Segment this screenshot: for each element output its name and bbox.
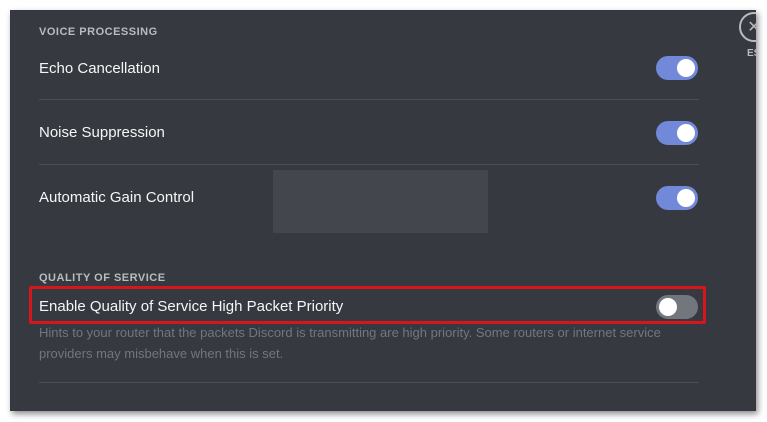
noise-suppression-label: Noise Suppression: [39, 124, 165, 141]
divider: [39, 164, 699, 165]
divider: [39, 382, 699, 383]
close-icon: ✕: [739, 12, 756, 42]
automatic-gain-control-toggle[interactable]: [656, 186, 698, 210]
highlight-box: [29, 286, 706, 324]
noise-suppression-toggle[interactable]: [656, 121, 698, 145]
echo-cancellation-label: Echo Cancellation: [39, 60, 160, 77]
settings-panel: VOICE PROCESSING Echo Cancellation Noise…: [10, 10, 756, 411]
close-button[interactable]: ✕ ES: [739, 10, 756, 70]
qos-description: Hints to your router that the packets Di…: [39, 325, 661, 361]
section-title-quality-of-service: QUALITY OF SERVICE: [39, 272, 166, 284]
esc-label: ES: [747, 48, 756, 59]
divider: [39, 99, 699, 100]
toggle-knob: [677, 189, 695, 207]
watermark-logo: [273, 170, 488, 233]
toggle-knob: [677, 124, 695, 142]
echo-cancellation-toggle[interactable]: [656, 56, 698, 80]
section-title-voice-processing: VOICE PROCESSING: [39, 26, 158, 38]
toggle-knob: [677, 59, 695, 77]
automatic-gain-control-label: Automatic Gain Control: [39, 189, 195, 206]
